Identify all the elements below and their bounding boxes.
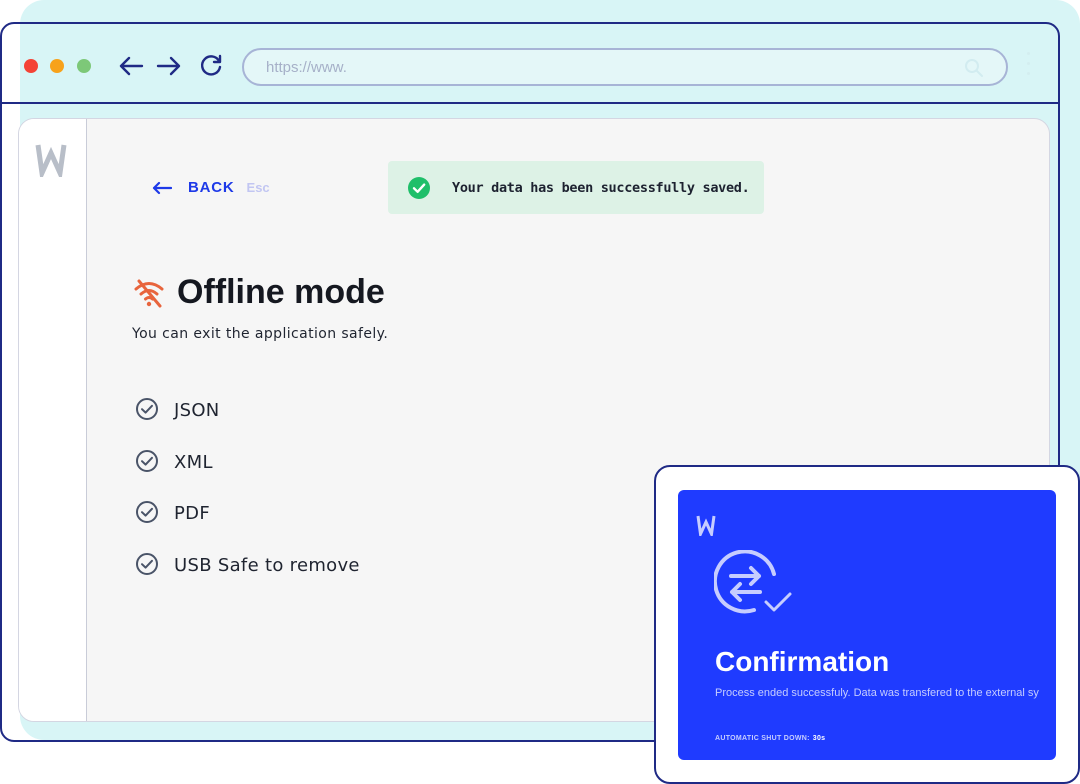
reload-icon[interactable] [197, 52, 225, 80]
minimize-window-button[interactable] [50, 59, 64, 73]
app-logo [35, 141, 67, 182]
sidebar [19, 119, 87, 721]
export-checklist: JSON XML PDF USB Safe to remove [135, 397, 360, 603]
forward-arrow-icon[interactable] [155, 52, 183, 80]
page-subtitle: You can exit the application safely. [132, 326, 389, 342]
address-bar[interactable]: https://www. [242, 48, 1008, 86]
back-button[interactable]: BACK Esc [152, 179, 270, 196]
check-circle-icon [136, 501, 158, 523]
back-shortcut-hint: Esc [246, 180, 270, 195]
browser-menu-icon[interactable] [1024, 52, 1032, 82]
list-item: XML [135, 449, 360, 501]
back-label: BACK [188, 179, 235, 196]
page-title: Offline mode [177, 273, 385, 311]
check-circle-icon [408, 176, 430, 199]
list-item-label: PDF [174, 503, 210, 524]
check-circle-icon [136, 449, 158, 472]
shutdown-countdown: AUTOMATIC SHUT DOWN: 30s [715, 735, 825, 742]
app-logo [696, 514, 716, 540]
check-circle-icon [136, 398, 158, 420]
back-arrow-icon[interactable] [117, 52, 145, 80]
back-icon [152, 181, 172, 194]
close-window-button[interactable] [24, 59, 38, 73]
check-circle-icon [136, 552, 158, 575]
search-icon[interactable] [964, 58, 984, 82]
sync-check-icon [712, 549, 794, 624]
page-heading: Offline mode [133, 273, 385, 312]
list-item: JSON [135, 397, 360, 449]
dialog-title: Confirmation [715, 646, 890, 677]
shutdown-time: 30s [812, 735, 826, 742]
toast-message: Your data has been successfully saved. [452, 179, 750, 196]
maximize-window-button[interactable] [77, 59, 91, 73]
confirmation-dialog: Confirmation Process ended successfuly. … [678, 490, 1056, 760]
list-item-label: XML [174, 451, 213, 473]
list-item-label: USB Safe to remove [174, 554, 360, 576]
url-text: https://www. [266, 59, 347, 76]
list-item-label: JSON [174, 400, 220, 421]
browser-toolbar: https://www. [2, 24, 1058, 104]
shutdown-label: AUTOMATIC SHUT DOWN: [715, 735, 810, 742]
list-item: USB Safe to remove [135, 552, 360, 604]
wifi-off-icon [134, 279, 164, 307]
list-item: PDF [135, 500, 360, 552]
dialog-description: Process ended successfuly. Data was tran… [715, 687, 1039, 699]
success-toast: Your data has been successfully saved. [388, 161, 764, 214]
